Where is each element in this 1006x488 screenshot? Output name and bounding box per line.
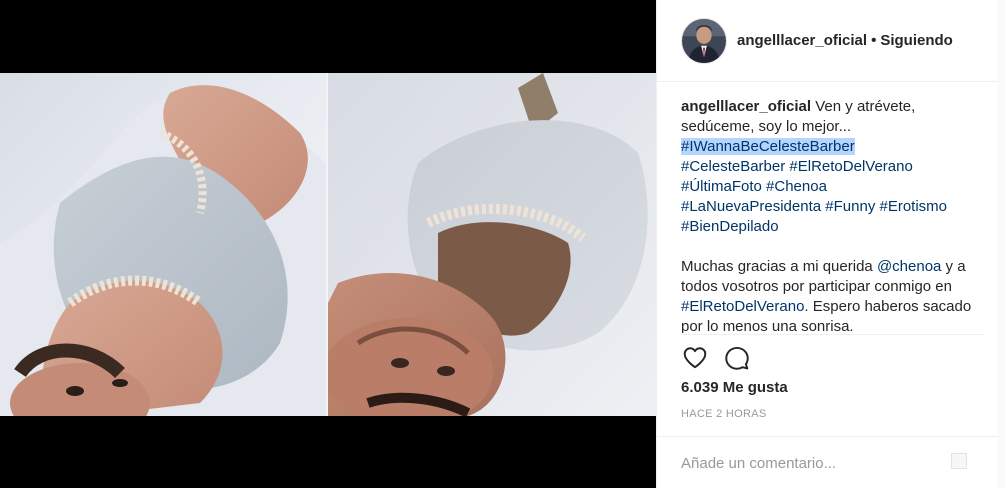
hashtag-link[interactable]: #Erotismo — [880, 198, 948, 215]
post-timestamp[interactable]: HACE 2 HORAS — [681, 408, 767, 420]
hashtag-link[interactable]: #Chenoa — [766, 178, 827, 195]
post-actions — [681, 344, 765, 372]
photo-right-man-selfie — [328, 73, 656, 416]
post-sidebar: angelllacer_oficial • Siguiendo angelllace… — [656, 0, 1006, 488]
post-header: angelllacer_oficial • Siguiendo — [657, 0, 1006, 82]
likes-count[interactable]: 6.039 Me gusta — [681, 379, 788, 396]
photo-left-woman-selfie — [0, 73, 326, 416]
mention-link[interactable]: @chenoa — [877, 258, 941, 275]
separator-dot: • — [871, 32, 877, 49]
caption-thanks-paragraph: Muchas gracias a mi querida @chenoa y a … — [681, 257, 981, 333]
comment-bar — [657, 436, 1006, 488]
hashtag-link[interactable]: #CelesteBarber — [681, 158, 785, 175]
hashtag-link[interactable]: #BienDepilado — [681, 218, 779, 235]
more-options-icon[interactable] — [951, 453, 967, 469]
comment-icon — [725, 346, 749, 370]
caption-text: Muchas gracias a mi querida — [681, 258, 877, 275]
hashtag-link[interactable]: #ElRetoDelVerano — [681, 298, 804, 315]
post-media[interactable] — [0, 0, 656, 488]
hashtag-link[interactable]: #IWannaBeCelesteBarber — [681, 138, 855, 155]
post-caption: angelllacer_oficial Ven y atrévete, sedú… — [681, 97, 981, 333]
hashtag-link[interactable]: #Funny — [825, 198, 875, 215]
following-button[interactable]: Siguiendo — [880, 32, 953, 49]
divider — [681, 334, 983, 335]
avatar[interactable] — [681, 17, 727, 64]
caption-main: angelllacer_oficial Ven y atrévete, sedú… — [681, 97, 981, 237]
like-button[interactable] — [681, 344, 709, 372]
hashtag-link[interactable]: #LaNuevaPresidenta — [681, 198, 821, 215]
scrollbar[interactable] — [998, 0, 1006, 488]
header-username-link[interactable]: angelllacer_oficial — [737, 32, 867, 49]
heart-icon — [683, 347, 707, 369]
hashtag-link[interactable]: #ElRetoDelVerano — [789, 158, 912, 175]
caption-username-link[interactable]: angelllacer_oficial — [681, 98, 811, 115]
hashtag-link[interactable]: #ÚltimaFoto — [681, 178, 762, 195]
comment-button[interactable] — [723, 344, 751, 372]
comment-input[interactable] — [681, 451, 941, 475]
header-text: angelllacer_oficial • Siguiendo — [737, 32, 953, 49]
